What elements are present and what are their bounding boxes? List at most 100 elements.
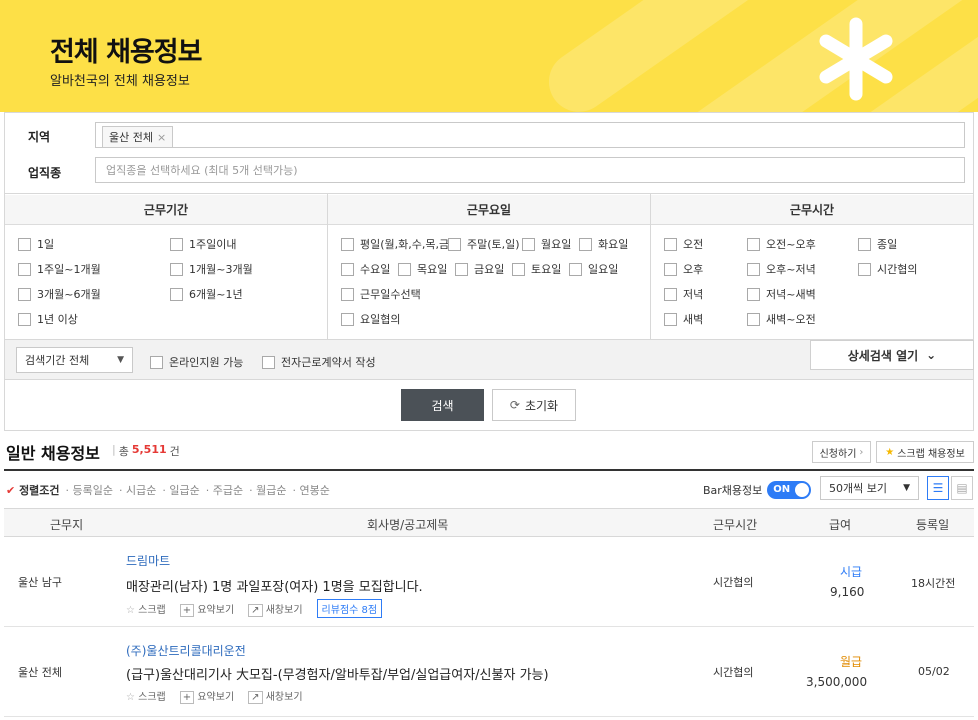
summary-link[interactable]: + 요약보기 [179,688,235,704]
region-input[interactable]: 울산 전체 × [95,122,965,148]
checkbox[interactable] [747,287,760,301]
option-label: 종일 [877,238,898,251]
time-option[interactable]: 새벽 [664,311,703,327]
checkbox[interactable] [455,262,468,276]
day-option[interactable]: 화요일 [579,236,628,252]
apply-button[interactable]: 신청하기 › [812,441,871,463]
row-pay: 9,160 [830,585,865,599]
checkbox[interactable] [747,312,760,326]
bar-view-toggle[interactable]: Bar채용정보 ON [703,481,812,499]
checkbox[interactable] [448,237,461,251]
time-option[interactable]: 종일 [858,236,897,252]
scrap-link[interactable]: ☆ 스크랩 [126,688,166,703]
search-period-select[interactable]: 검색기간 전체 ▼ [16,347,133,373]
period-option[interactable]: 1년 이상 [18,311,78,327]
checkbox[interactable] [512,262,525,276]
period-option[interactable]: 1일 [18,236,54,252]
time-option[interactable]: 오후 [664,261,703,277]
reset-button[interactable]: ⟳ 초기화 [492,389,576,421]
e-contract-checkbox[interactable]: 전자근로계약서 작성 [262,354,376,370]
sort-option[interactable]: · 등록일순 [66,482,113,498]
new-window-link[interactable]: ↗ 새창보기 [248,688,303,704]
search-period-value: 검색기간 전체 [25,354,90,367]
day-option[interactable]: 목요일 [398,261,447,277]
checkbox[interactable] [664,262,677,276]
sort-option[interactable]: · 연봉순 [293,482,330,498]
time-option[interactable]: 오전~오후 [747,236,816,252]
search-button[interactable]: 검색 [401,389,484,421]
scrap-list-button[interactable]: ★ 스크랩 채용정보 [876,441,974,463]
period-option[interactable]: 6개월~1년 [170,286,243,302]
day-option[interactable]: 일요일 [569,261,618,277]
checkbox[interactable] [522,237,535,251]
day-option[interactable]: 요일협의 [341,311,400,327]
day-option[interactable]: 주말(토,일) [448,236,520,252]
checkbox[interactable] [664,237,677,251]
day-option[interactable]: 수요일 [341,261,390,277]
online-support-checkbox[interactable]: 온라인지원 가능 [150,354,243,370]
close-icon[interactable]: × [157,131,166,144]
period-option[interactable]: 1개월~3개월 [170,261,253,277]
checkbox[interactable] [747,237,760,251]
detail-search-button[interactable]: 상세검색 열기 ⌄ [810,340,974,370]
list-view-icon[interactable]: ☰ [927,476,949,500]
day-option[interactable]: 평일(월,화,수,목,금) [341,236,453,252]
checkbox[interactable] [579,237,592,251]
checkbox[interactable] [170,262,183,276]
checkbox[interactable] [18,287,31,301]
on-toggle[interactable]: ON [767,481,812,499]
checkbox[interactable] [170,237,183,251]
day-option[interactable]: 근무일수선택 [341,286,421,302]
sort-option[interactable]: · 시급순 [119,482,156,498]
checkbox[interactable] [858,237,871,251]
period-option[interactable]: 3개월~6개월 [18,286,101,302]
checkbox[interactable] [341,237,354,251]
sort-condition[interactable]: ✔ 정렬조건 [6,482,60,498]
sort-option[interactable]: · 일급순 [162,482,199,498]
sort-option[interactable]: · 월급순 [249,482,286,498]
row-company[interactable]: 드림마트 [126,552,170,569]
checkbox[interactable] [341,262,354,276]
day-option[interactable]: 금요일 [455,261,504,277]
per-page-select[interactable]: 50개씩 보기 ▼ [820,476,919,500]
time-option[interactable]: 오후~저녁 [747,261,816,277]
time-option[interactable]: 저녁 [664,286,703,302]
day-option[interactable]: 토요일 [512,261,561,277]
period-option[interactable]: 1주일이내 [170,236,236,252]
time-option[interactable]: 새벽~오전 [747,311,816,327]
checkbox[interactable] [747,262,760,276]
checkbox[interactable] [18,312,31,326]
checkbox[interactable] [18,262,31,276]
checkbox[interactable] [170,287,183,301]
checkbox[interactable] [262,355,275,369]
time-option[interactable]: 시간협의 [858,261,917,277]
checkbox[interactable] [664,287,677,301]
sort-option[interactable]: · 주급순 [206,482,243,498]
day-option[interactable]: 월요일 [522,236,571,252]
checkbox[interactable] [150,355,163,369]
new-window-link[interactable]: ↗ 새창보기 [248,601,303,617]
checkbox[interactable] [18,237,31,251]
option-label: 1일 [37,238,55,251]
time-option[interactable]: 오전 [664,236,703,252]
checkbox[interactable] [341,287,354,301]
summary-link[interactable]: + 요약보기 [179,601,234,617]
job-input[interactable]: 업직종을 선택하세요 (최대 5개 선택가능) [95,157,965,183]
row-title[interactable]: (급구)울산대리기사 大모집-(무경험자/알바투잡/부업/실업급여자/신불자 가… [126,664,549,683]
region-chip[interactable]: 울산 전체 × [102,126,174,148]
time-option[interactable]: 저녁~새벽 [747,286,816,302]
option-label: 월요일 [541,238,572,251]
period-option[interactable]: 1주일~1개월 [18,261,101,277]
row-title[interactable]: 매장관리(남자) 1명 과일포장(여자) 1명을 모집합니다. [126,576,423,595]
sort-option-label: 일급순 [169,484,200,497]
checkbox[interactable] [858,262,871,276]
grid-view-icon[interactable]: ▤ [951,476,973,500]
checkbox[interactable] [569,262,582,276]
checkbox[interactable] [664,312,677,326]
checkbox[interactable] [341,312,354,326]
row-company[interactable]: (주)울산트리콜대리운전 [126,642,246,659]
summary-label: 요약보기 [197,692,235,703]
scrap-link[interactable]: ☆ 스크랩 [126,601,166,616]
option-label: 저녁~새벽 [766,288,816,301]
checkbox[interactable] [398,262,411,276]
